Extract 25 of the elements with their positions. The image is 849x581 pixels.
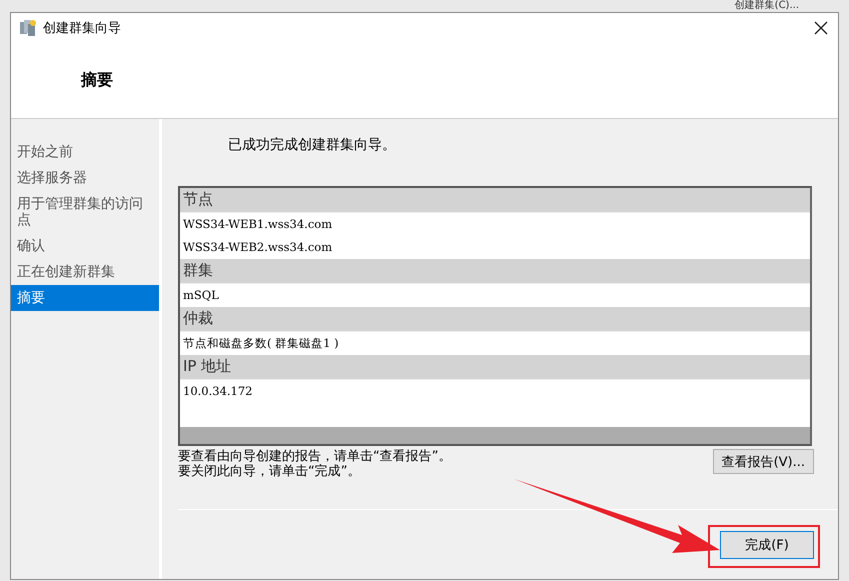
hint-text: 要关闭此向导，请单击“完成”。 (178, 464, 362, 479)
wizard-step[interactable]: 用于管理群集的访问点 (11, 191, 159, 233)
wizard-step[interactable]: 开始之前 (11, 139, 159, 165)
server-cluster-icon (19, 19, 37, 37)
finish-button[interactable]: 完成(F) (720, 530, 814, 558)
view-report-button[interactable]: 查看报告(V)... (712, 449, 814, 474)
summary-value: 10.0.34.172 (182, 383, 254, 400)
wizard-step[interactable]: 摘要 (11, 285, 159, 311)
section-heading: IP 地址 (180, 355, 810, 380)
section-heading: 群集 (180, 259, 810, 284)
summary-value: WSS34-WEB1.wss34.com (182, 216, 334, 233)
wizard-step[interactable]: 确认 (11, 233, 159, 259)
summary-value: mSQL (182, 287, 220, 304)
section-heading: 仲裁 (180, 307, 810, 332)
section-heading: 节点 (180, 188, 810, 213)
close-icon[interactable] (814, 21, 828, 35)
wizard-step[interactable]: 选择服务器 (11, 165, 159, 191)
horizontal-scrollbar[interactable] (180, 427, 810, 444)
summary-value: 节点和磁盘多数( 群集磁盘1 ) (182, 335, 340, 352)
window-title: 创建群集向导 (43, 20, 122, 37)
hint-text: 要查看由向导创建的报告，请单击“查看报告”。 (178, 449, 452, 464)
page-heading: 摘要 (81, 70, 113, 91)
success-message: 已成功完成创建群集向导。 (228, 136, 397, 155)
wizard-step[interactable]: 正在创建新群集 (11, 259, 159, 285)
summary-value: WSS34-WEB2.wss34.com (182, 239, 334, 256)
